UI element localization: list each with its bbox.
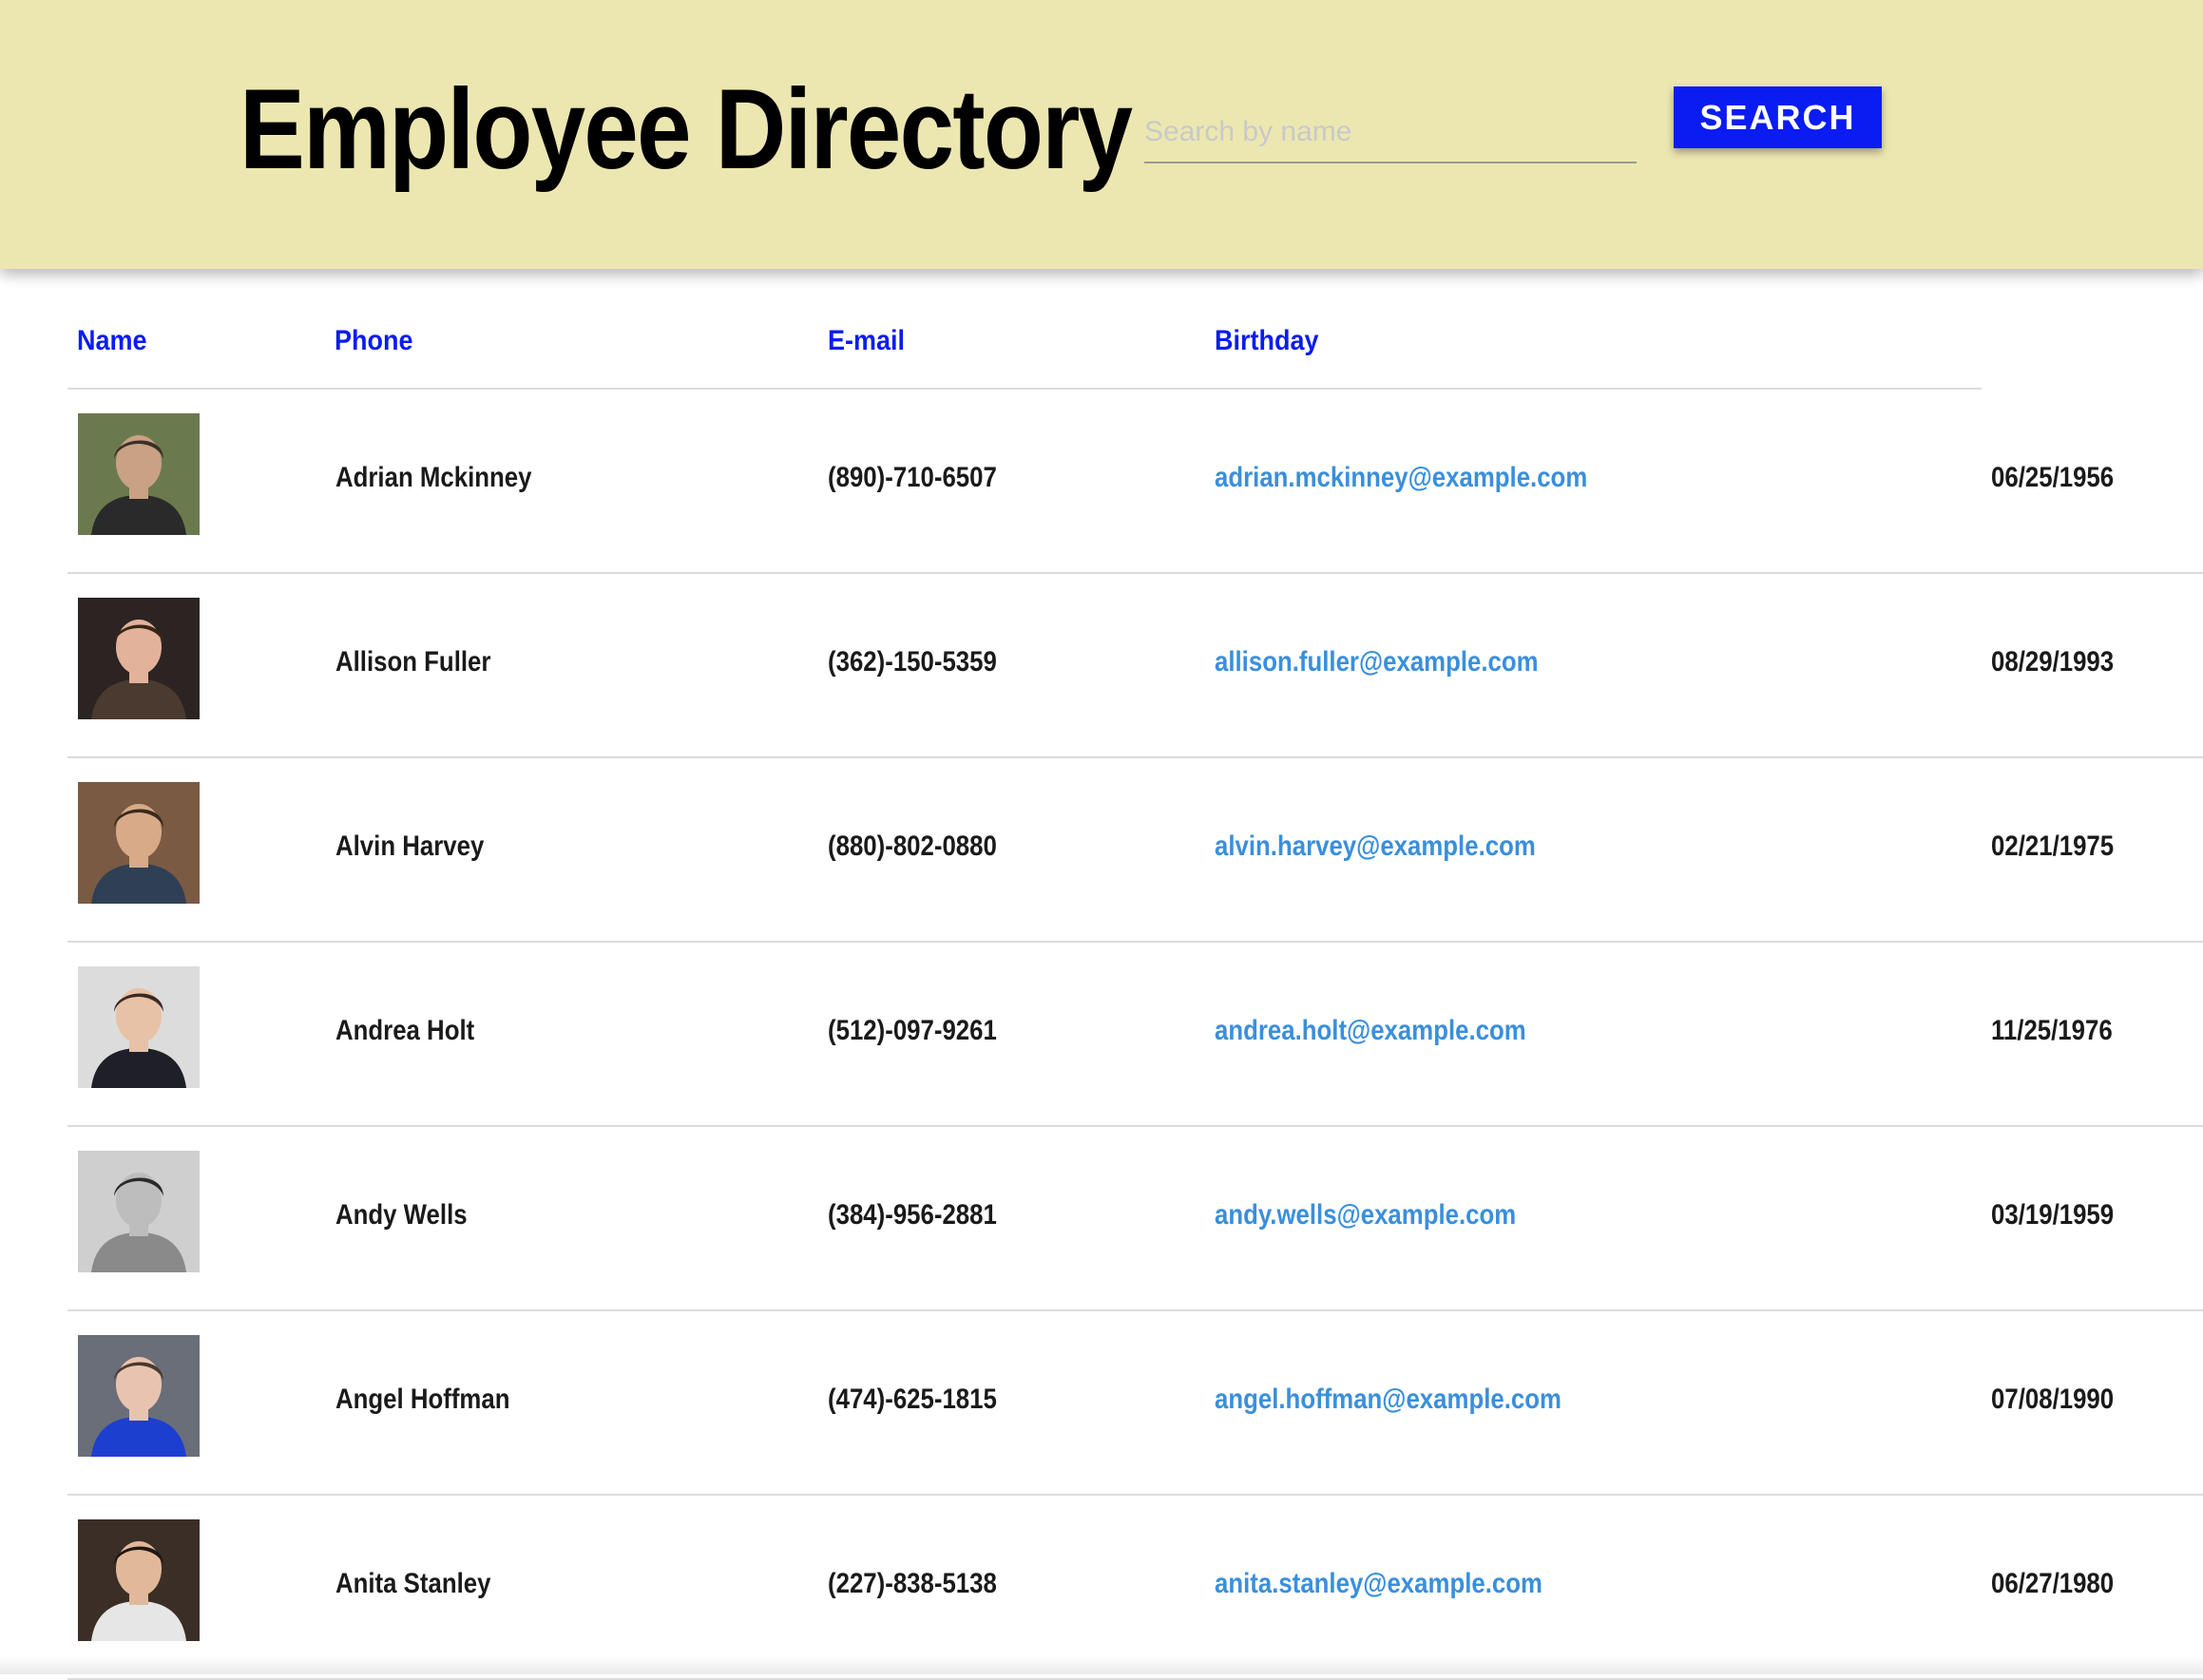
employee-email[interactable]: andrea.holt@example.com (1215, 1015, 1526, 1047)
table-row: Andrea Holt (512)-097-9261 andrea.holt@e… (67, 943, 2203, 1127)
employee-name: Andrea Holt (335, 1015, 474, 1047)
employee-phone: (890)-710-6507 (828, 462, 997, 494)
avatar (78, 782, 200, 904)
employee-name: Anita Stanley (335, 1568, 490, 1600)
avatar (78, 1151, 200, 1272)
employee-name: Alvin Harvey (335, 830, 484, 863)
employee-phone: (474)-625-1815 (828, 1384, 997, 1416)
employee-email[interactable]: adrian.mckinney@example.com (1215, 462, 1587, 494)
table-header: Name Phone E-mail Birthday (67, 285, 1982, 390)
employee-birthday: 02/21/1975 (1991, 830, 2114, 863)
avatar-photo-icon (78, 782, 200, 904)
table-row: Alvin Harvey (880)-802-0880 alvin.harvey… (67, 758, 2203, 943)
employee-phone: (362)-150-5359 (828, 646, 997, 678)
page-header: Employee Directory SEARCH (0, 0, 2203, 269)
employee-name: Angel Hoffman (335, 1384, 509, 1416)
employee-birthday: 11/25/1976 (1991, 1015, 2113, 1047)
avatar-photo-icon (78, 1335, 200, 1457)
table-row: Andy Wells (384)-956-2881 andy.wells@exa… (67, 1127, 2203, 1311)
employee-birthday: 08/29/1993 (1991, 646, 2114, 678)
table-row: Anita Stanley (227)-838-5138 anita.stanl… (67, 1496, 2203, 1680)
table-row: Angel Hoffman (474)-625-1815 angel.hoffm… (67, 1311, 2203, 1496)
employee-table: Name Phone E-mail Birthday Adrian Mckinn… (67, 285, 2203, 1680)
search-input[interactable] (1144, 103, 1637, 163)
column-header-birthday[interactable]: Birthday (1215, 325, 1319, 357)
employee-email[interactable]: anita.stanley@example.com (1215, 1568, 1542, 1600)
employee-birthday: 06/25/1956 (1991, 462, 2114, 494)
avatar (78, 1335, 200, 1457)
column-header-phone[interactable]: Phone (335, 325, 413, 357)
employee-name: Andy Wells (335, 1199, 468, 1231)
employee-birthday: 07/08/1990 (1991, 1384, 2114, 1416)
avatar-photo-icon (78, 1519, 200, 1641)
avatar (78, 966, 200, 1088)
employee-name: Allison Fuller (335, 646, 490, 678)
search-button[interactable]: SEARCH (1674, 86, 1882, 148)
employee-birthday: 03/19/1959 (1991, 1199, 2114, 1231)
bottom-edge (0, 1655, 2203, 1674)
avatar (78, 1519, 200, 1641)
table-row: Allison Fuller (362)-150-5359 allison.fu… (67, 574, 2203, 758)
employee-email[interactable]: allison.fuller@example.com (1215, 646, 1539, 678)
avatar (78, 413, 200, 535)
employee-email[interactable]: andy.wells@example.com (1215, 1199, 1516, 1231)
employee-email[interactable]: alvin.harvey@example.com (1215, 830, 1536, 863)
employee-email[interactable]: angel.hoffman@example.com (1215, 1384, 1561, 1416)
avatar (78, 598, 200, 719)
employee-phone: (512)-097-9261 (828, 1015, 997, 1047)
avatar-photo-icon (78, 413, 200, 535)
employee-birthday: 06/27/1980 (1991, 1568, 2114, 1600)
avatar-photo-icon (78, 598, 200, 719)
table-row: Adrian Mckinney (890)-710-6507 adrian.mc… (67, 390, 2203, 574)
column-header-email[interactable]: E-mail (828, 325, 905, 357)
employee-phone: (227)-838-5138 (828, 1568, 997, 1600)
avatar-photo-icon (78, 966, 200, 1088)
page-title: Employee Directory (239, 63, 1131, 196)
employee-name: Adrian Mckinney (335, 462, 531, 494)
employee-phone: (880)-802-0880 (828, 830, 997, 863)
column-header-name[interactable]: Name (77, 325, 147, 357)
employee-phone: (384)-956-2881 (828, 1199, 997, 1231)
avatar-photo-icon (78, 1151, 200, 1272)
